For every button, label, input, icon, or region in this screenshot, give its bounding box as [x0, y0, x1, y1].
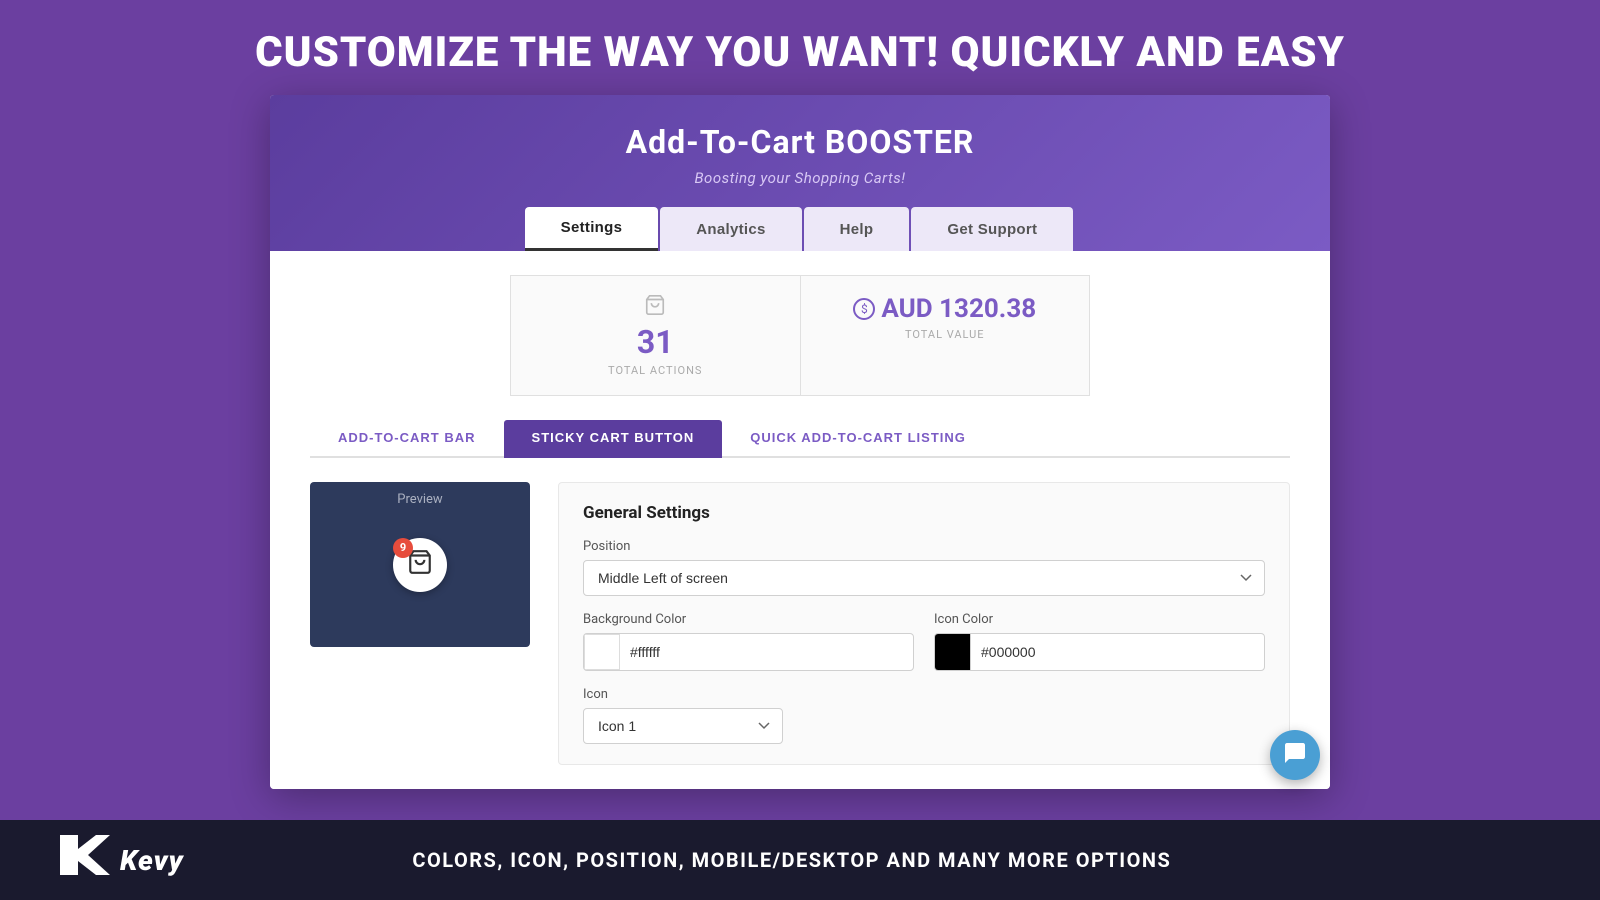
bg-color-swatch[interactable]	[584, 634, 620, 670]
bg-color-input-row	[583, 633, 914, 671]
position-label: Position	[583, 539, 1265, 554]
position-select[interactable]: Middle Left of screen	[583, 560, 1265, 596]
cart-badge: 9	[393, 538, 413, 558]
total-actions-label: TOTAL ACTIONS	[539, 364, 772, 377]
preview-box: Preview 9	[310, 482, 530, 647]
bottom-bar: Kevy COLORS, ICON, POSITION, MOBILE/DESK…	[0, 820, 1600, 900]
card-body: 31 TOTAL ACTIONS $ AUD 1320.38 TOTAL VAL…	[270, 251, 1330, 789]
total-value-label: TOTAL VALUE	[829, 328, 1062, 341]
settings-panel: General Settings Position Middle Left of…	[558, 482, 1290, 765]
sub-tab-add-to-cart-bar[interactable]: ADD-TO-CART BAR	[310, 420, 504, 458]
preview-label: Preview	[310, 492, 530, 507]
icon-color-input-row	[934, 633, 1265, 671]
main-card: Add-To-Cart BOOSTER Boosting your Shoppi…	[270, 95, 1330, 789]
settings-title: General Settings	[583, 503, 1265, 523]
icon-select-label: Icon	[583, 687, 1265, 702]
sub-tab-sticky-cart-button[interactable]: STICKY CART BUTTON	[504, 420, 723, 458]
stats-row: 31 TOTAL ACTIONS $ AUD 1320.38 TOTAL VAL…	[510, 275, 1090, 396]
tabs-bar: Settings Analytics Help Get Support	[270, 207, 1330, 251]
kevy-logo-text: Kevy	[120, 844, 184, 877]
app-subtitle: Boosting your Shopping Carts!	[270, 169, 1330, 187]
cart-stat-icon	[539, 294, 772, 321]
tab-get-support[interactable]: Get Support	[911, 207, 1073, 251]
tab-settings[interactable]: Settings	[525, 207, 659, 251]
icon-color-text-input[interactable]	[971, 636, 1264, 668]
icon-color-group: Icon Color	[934, 612, 1265, 671]
kevy-logo: Kevy	[60, 835, 184, 885]
stat-total-actions: 31 TOTAL ACTIONS	[510, 275, 800, 396]
stat-total-value: $ AUD 1320.38 TOTAL VALUE	[800, 275, 1091, 396]
card-header: Add-To-Cart BOOSTER Boosting your Shoppi…	[270, 95, 1330, 251]
value-icon-circle: $	[853, 298, 875, 320]
bg-color-text-input[interactable]	[620, 636, 913, 668]
bg-color-label: Background Color	[583, 612, 914, 627]
kevy-logo-symbol	[60, 835, 110, 885]
color-row: Background Color Icon Color	[583, 612, 1265, 671]
page-headline: CUSTOMIZE THE WAY YOU WANT! QUICKLY AND …	[0, 0, 1600, 95]
icon-select[interactable]: Icon 1	[583, 708, 783, 744]
cart-button-preview[interactable]: 9	[393, 538, 447, 592]
icon-color-swatch[interactable]	[935, 634, 971, 670]
chat-icon	[1283, 741, 1307, 770]
total-actions-number: 31	[539, 325, 772, 360]
tab-analytics[interactable]: Analytics	[660, 207, 801, 251]
sub-tab-quick-add[interactable]: QUICK ADD-TO-CART LISTING	[722, 420, 994, 458]
icon-color-label: Icon Color	[934, 612, 1265, 627]
bg-color-group: Background Color	[583, 612, 914, 671]
tab-help[interactable]: Help	[804, 207, 910, 251]
app-title: Add-To-Cart BOOSTER	[270, 123, 1330, 161]
total-value-amount: AUD 1320.38	[881, 294, 1036, 324]
bottom-text: COLORS, ICON, POSITION, MOBILE/DESKTOP A…	[184, 848, 1400, 872]
sub-tabs: ADD-TO-CART BAR STICKY CART BUTTON QUICK…	[310, 420, 1290, 458]
content-area: Preview 9 General Settings Posi	[310, 482, 1290, 765]
icon-field: Icon Icon 1	[583, 687, 1265, 744]
chat-button[interactable]	[1270, 730, 1320, 780]
